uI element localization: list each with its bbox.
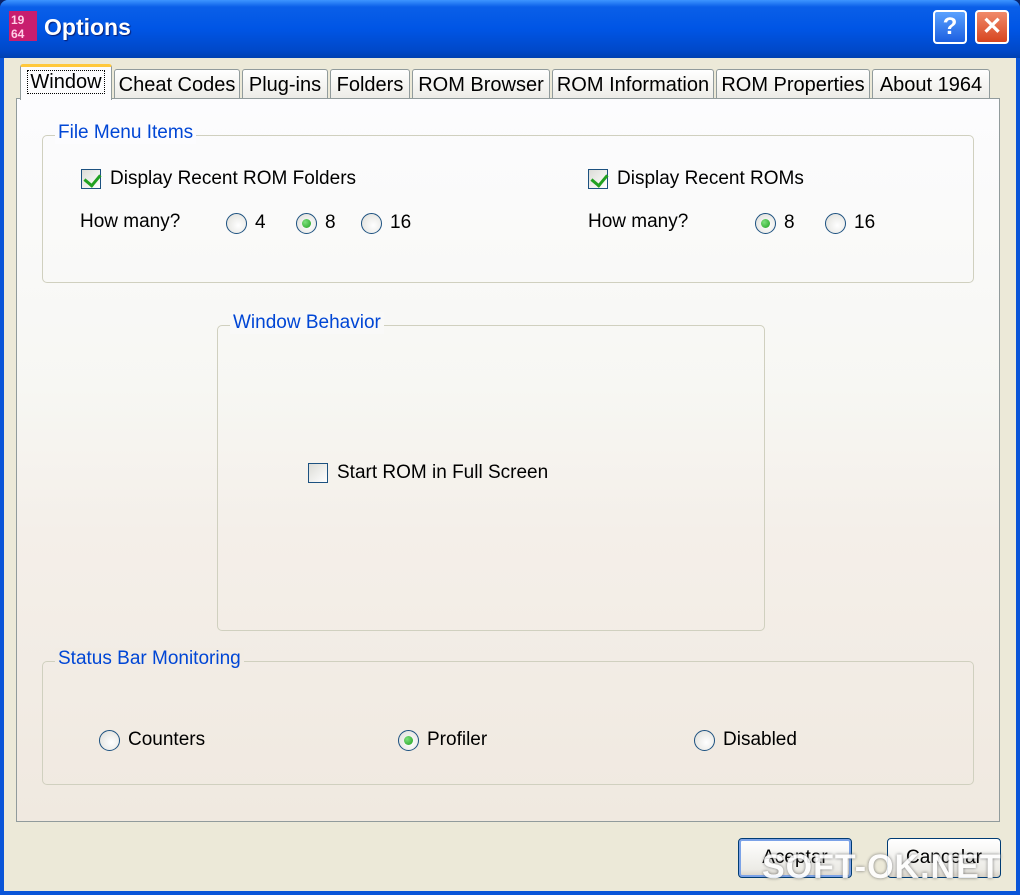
group-legend: File Menu Items bbox=[55, 122, 197, 144]
group-legend: Status Bar Monitoring bbox=[55, 648, 244, 670]
radio-dot bbox=[302, 219, 311, 228]
folders-radio-16[interactable] bbox=[361, 213, 382, 234]
recent-folders-label[interactable]: Display Recent ROM Folders bbox=[110, 168, 356, 190]
svg-text:19: 19 bbox=[11, 13, 25, 27]
tab-plug-ins[interactable]: Plug-ins bbox=[242, 69, 328, 99]
radio-label[interactable]: 4 bbox=[255, 212, 266, 234]
radio-label[interactable]: Profiler bbox=[427, 729, 487, 751]
checkmark-icon bbox=[83, 169, 102, 188]
fullscreen-label[interactable]: Start ROM in Full Screen bbox=[337, 462, 548, 484]
tab-cheat-codes[interactable]: Cheat Codes bbox=[114, 69, 240, 99]
checkmark-icon bbox=[590, 169, 609, 188]
title-bar[interactable]: 19 64 Options ? ✕ bbox=[0, 0, 1020, 58]
radio-label[interactable]: 8 bbox=[325, 212, 336, 234]
radio-dot bbox=[761, 219, 770, 228]
help-button[interactable]: ? bbox=[933, 10, 967, 44]
folders-radio-8[interactable] bbox=[296, 213, 317, 234]
fullscreen-checkbox[interactable] bbox=[308, 463, 328, 483]
n64-1964-icon: 19 64 bbox=[9, 11, 37, 41]
status-radio-disabled[interactable] bbox=[694, 730, 715, 751]
radio-label[interactable]: Counters bbox=[128, 729, 205, 751]
tab-rom-properties[interactable]: ROM Properties bbox=[716, 69, 870, 99]
options-dialog: 19 64 Options ? ✕ Window Cheat Codes Plu… bbox=[0, 0, 1020, 895]
tab-folders[interactable]: Folders bbox=[330, 69, 410, 99]
how-many-label: How many? bbox=[588, 211, 689, 232]
status-bar-group: Status Bar Monitoring bbox=[42, 648, 974, 785]
tab-rom-browser[interactable]: ROM Browser bbox=[412, 69, 550, 99]
radio-label[interactable]: 8 bbox=[784, 212, 795, 234]
recent-folders-checkbox[interactable] bbox=[81, 169, 102, 189]
recent-roms-label[interactable]: Display Recent ROMs bbox=[617, 168, 804, 190]
how-many-label: How many? bbox=[80, 211, 181, 232]
radio-label[interactable]: 16 bbox=[390, 212, 411, 234]
status-radio-profiler[interactable] bbox=[398, 730, 419, 751]
radio-label[interactable]: 16 bbox=[854, 212, 875, 234]
svg-text:64: 64 bbox=[11, 27, 25, 41]
tab-label: Window bbox=[27, 70, 105, 94]
watermark: SOFT-OK.NET bbox=[762, 848, 1002, 886]
roms-radio-16[interactable] bbox=[825, 213, 846, 234]
radio-label[interactable]: Disabled bbox=[723, 729, 797, 751]
radio-dot bbox=[404, 736, 413, 745]
file-menu-group: File Menu Items bbox=[42, 122, 974, 283]
recent-roms-checkbox[interactable] bbox=[588, 169, 609, 189]
window-title: Options bbox=[44, 14, 131, 40]
tab-window[interactable]: Window bbox=[20, 64, 112, 100]
group-legend: Window Behavior bbox=[230, 312, 384, 334]
tab-rom-information[interactable]: ROM Information bbox=[552, 69, 714, 99]
tab-about-1964[interactable]: About 1964 bbox=[872, 69, 990, 99]
close-button[interactable]: ✕ bbox=[975, 10, 1009, 44]
folders-radio-4[interactable] bbox=[226, 213, 247, 234]
status-radio-counters[interactable] bbox=[99, 730, 120, 751]
roms-radio-8[interactable] bbox=[755, 213, 776, 234]
